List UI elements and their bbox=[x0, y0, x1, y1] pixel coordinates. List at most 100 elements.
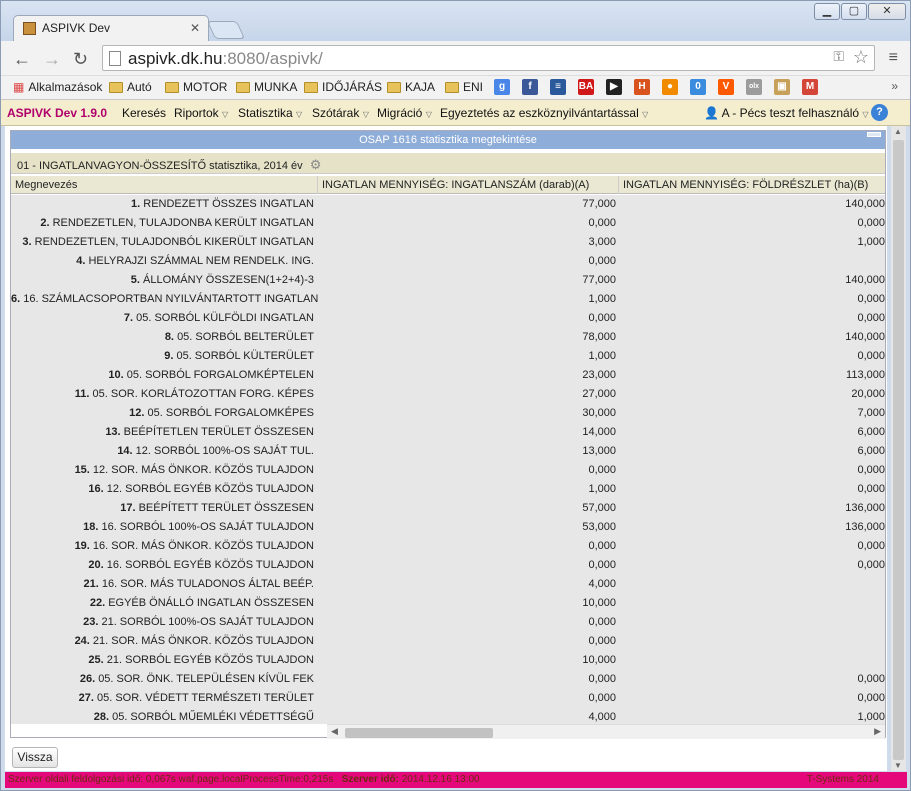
cell-ingatlanszam: 57,000 bbox=[582, 502, 616, 514]
bookmarks-bar: ▦ Alkalmazások Autó MOTOR MUNKA IDŐJÁRÁS… bbox=[1, 76, 910, 100]
table-row[interactable]: 4. HELYRAJZI SZÁMMAL NEM RENDELK. ING. 0,… bbox=[11, 252, 885, 271]
maximize-button[interactable]: ▢ bbox=[841, 3, 867, 20]
column-header-megnevezes[interactable]: Megnevezés bbox=[11, 176, 318, 194]
new-tab-button[interactable] bbox=[206, 21, 246, 39]
footer-copyright: T-Systems 2014 bbox=[806, 774, 879, 785]
menu-egyeztetes[interactable]: Egyeztetés az eszköznyilvántartással ▽ bbox=[440, 106, 648, 120]
key-icon[interactable]: ⚿ bbox=[833, 48, 844, 65]
scroll-left-icon[interactable]: ◀ bbox=[331, 726, 338, 737]
bookmark-auto[interactable]: Autó bbox=[109, 80, 152, 94]
browser-tab[interactable]: ASPIVK Dev ✕ bbox=[13, 15, 209, 41]
row-number: 12. bbox=[129, 407, 145, 419]
cell-foldreszlet bbox=[619, 651, 885, 670]
google-icon[interactable]: g bbox=[494, 79, 510, 95]
table-row[interactable]: 20. 16. SORBÓL EGYÉB KÖZÖS TULAJDON 0,000… bbox=[11, 556, 885, 575]
table-row[interactable]: 28. 05. SORBÓL MŰEMLÉKI VÉDETTSÉGŰ 4,000 1… bbox=[11, 708, 885, 724]
cell-foldreszlet: 140,000 bbox=[845, 274, 885, 286]
table-row[interactable]: 3. RENDEZETLEN, TULAJDONBÓL KIKERÜLT ING… bbox=[11, 233, 885, 252]
table-row[interactable]: 9. 05. SORBÓL KÜLTERÜLET 1,000 0,000 bbox=[11, 347, 885, 366]
cell-foldreszlet: 113,000 bbox=[846, 369, 885, 381]
table-row[interactable]: 2. RENDEZETLEN, TULAJDONBA KERÜLT INGATL… bbox=[11, 214, 885, 233]
menu-statisztika[interactable]: Statisztika ▽ bbox=[238, 106, 302, 120]
user-menu[interactable]: 👤 A - Pécs teszt felhasználó ▽ bbox=[704, 106, 869, 120]
menu-riportok[interactable]: Riportok ▽ bbox=[174, 106, 228, 120]
menu-szotarak[interactable]: Szótárak ▽ bbox=[312, 106, 369, 120]
app-brand[interactable]: ASPIVK Dev 1.9.0 bbox=[7, 106, 107, 120]
bookmark-motor[interactable]: MOTOR bbox=[165, 80, 227, 94]
scroll-right-icon[interactable]: ▶ bbox=[874, 726, 881, 737]
cell-ingatlanszam: 0,000 bbox=[588, 673, 616, 685]
table-row[interactable]: 14. 12. SORBÓL 100%-OS SAJÁT TUL. 13,000 6… bbox=[11, 442, 885, 461]
forward-arrow-icon[interactable]: → bbox=[43, 49, 61, 70]
table-row[interactable]: 17. BEÉPÍTETT TERÜLET ÖSSZESEN 57,000 136,… bbox=[11, 499, 885, 518]
back-arrow-icon[interactable]: ← bbox=[13, 49, 31, 70]
ba-icon[interactable]: BA bbox=[578, 79, 594, 95]
v-icon[interactable]: V bbox=[718, 79, 734, 95]
cell-foldreszlet bbox=[619, 594, 885, 613]
scroll-down-icon[interactable]: ▼ bbox=[894, 761, 902, 770]
vertical-scroll-thumb[interactable] bbox=[893, 140, 904, 760]
minimize-button[interactable]: ▁ bbox=[814, 3, 840, 20]
table-row[interactable]: 12. 05. SORBÓL FORGALOMKÉPES 30,000 7,000 bbox=[11, 404, 885, 423]
table-row[interactable]: 21. 16. SOR. MÁS TULADONOS ÁLTAL BEÉP. 4,… bbox=[11, 575, 885, 594]
bookmark-idojaras[interactable]: IDŐJÁRÁS bbox=[304, 80, 382, 94]
row-label: 05. SORBÓL FORGALOMKÉPES bbox=[147, 407, 314, 419]
row-label: 05. SORBÓL FORGALOMKÉPTELEN bbox=[126, 369, 314, 381]
table-row[interactable]: 19. 16. SOR. MÁS ÖNKOR. KÖZÖS TULAJDON 0,… bbox=[11, 537, 885, 556]
olx-icon[interactable]: olx bbox=[746, 79, 762, 95]
gmail-icon[interactable]: M bbox=[802, 79, 818, 95]
address-bar[interactable]: aspivk.dk.hu:8080/aspivk/ ⚿ ☆ bbox=[102, 45, 875, 71]
reload-icon[interactable]: ↻ bbox=[73, 49, 88, 70]
menu-kereses[interactable]: Keresés bbox=[122, 106, 166, 120]
table-row[interactable]: 11. 05. SOR. KORLÁTOZOTTAN FORG. KÉPES 27… bbox=[11, 385, 885, 404]
help-icon[interactable]: ? bbox=[871, 104, 888, 121]
table-row[interactable]: 8. 05. SORBÓL BELTERÜLET 78,000 140,000 bbox=[11, 328, 885, 347]
bookmark-eni[interactable]: ENI bbox=[445, 80, 483, 94]
apps-grid-icon: ▦ bbox=[13, 80, 25, 94]
table-row[interactable]: 26. 05. SOR. ÖNK. TELEPÜLÉSEN KÍVÜL FEK 0… bbox=[11, 670, 885, 689]
close-window-button[interactable]: ✕ bbox=[868, 3, 906, 20]
table-row[interactable]: 27. 05. SOR. VÉDETT TERMÉSZETI TERÜLET 0,… bbox=[11, 689, 885, 708]
cell-foldreszlet: 136,000 bbox=[845, 502, 885, 514]
collapse-panel-button[interactable] bbox=[867, 132, 881, 137]
table-row[interactable]: 5. ÁLLOMÁNY ÖSSZESEN(1+2+4)-3 77,000 140,0… bbox=[11, 271, 885, 290]
table-row[interactable]: 7. 05. SORBÓL KÜLFÖLDI INGATLAN 0,000 0,00… bbox=[11, 309, 885, 328]
back-button[interactable]: Vissza bbox=[12, 747, 58, 768]
h-icon[interactable]: H bbox=[634, 79, 650, 95]
zero-icon[interactable]: 0 bbox=[690, 79, 706, 95]
bookmark-apps[interactable]: ▦ Alkalmazások bbox=[13, 80, 102, 94]
play-icon[interactable]: ▶ bbox=[606, 79, 622, 95]
cell-ingatlanszam: 0,000 bbox=[588, 255, 616, 267]
table-row[interactable]: 6. 16. SZÁMLACSOPORTBAN NYILVÁNTARTOTT I… bbox=[11, 290, 885, 309]
vertical-scrollbar[interactable]: ▲ ▼ bbox=[891, 126, 906, 771]
column-header-foldreszlet[interactable]: INGATLAN MENNYISÉG: FÖLDRÉSZLET (ha)(B) bbox=[619, 176, 885, 194]
horizontal-scrollbar[interactable]: ◀ ▶ bbox=[327, 724, 885, 739]
table-row[interactable]: 23. 21. SORBÓL 100%-OS SAJÁT TULAJDON 0,0… bbox=[11, 613, 885, 632]
browser-menu-icon[interactable]: ≡ bbox=[889, 49, 898, 67]
bookmark-munka[interactable]: MUNKA bbox=[236, 80, 297, 94]
more-bookmarks-icon[interactable]: » bbox=[891, 79, 898, 93]
table-row[interactable]: 22. EGYÉB ÖNÁLLÓ INGATLAN ÖSSZESEN 10,000 bbox=[11, 594, 885, 613]
table-row[interactable]: 10. 05. SORBÓL FORGALOMKÉPTELEN 23,000 113… bbox=[11, 366, 885, 385]
table-row[interactable]: 13. BEÉPÍTETLEN TERÜLET ÖSSZESEN 14,000 6,… bbox=[11, 423, 885, 442]
table-row[interactable]: 24. 21. SOR. MÁS ÖNKOR. KÖZÖS TULAJDON 0,… bbox=[11, 632, 885, 651]
bookmark-kaja[interactable]: KAJA bbox=[387, 80, 435, 94]
chevron-down-icon: ▽ bbox=[862, 110, 869, 119]
bookmark-icon-3[interactable]: ≡ bbox=[550, 79, 566, 95]
menu-migracio[interactable]: Migráció ▽ bbox=[377, 106, 432, 120]
scroll-up-icon[interactable]: ▲ bbox=[894, 127, 902, 136]
close-tab-icon[interactable]: ✕ bbox=[190, 21, 200, 35]
table-row[interactable]: 18. 16. SORBÓL 100%-OS SAJÁT TULAJDON 53,… bbox=[11, 518, 885, 537]
horizontal-scroll-thumb[interactable] bbox=[345, 728, 493, 738]
table-row[interactable]: 1. RENDEZETT ÖSSZES INGATLAN 77,000 140,00… bbox=[11, 195, 885, 214]
box-icon[interactable]: ▣ bbox=[774, 79, 790, 95]
bookmark-star-icon[interactable]: ☆ bbox=[853, 47, 869, 68]
table-row[interactable]: 16. 12. SORBÓL EGYÉB KÖZÖS TULAJDON 1,000… bbox=[11, 480, 885, 499]
circle-icon[interactable]: ● bbox=[662, 79, 678, 95]
gear-icon[interactable]: ⚙ bbox=[310, 157, 322, 173]
table-row[interactable]: 15. 12. SOR. MÁS ÖNKOR. KÖZÖS TULAJDON 0,… bbox=[11, 461, 885, 480]
facebook-icon[interactable]: f bbox=[522, 79, 538, 95]
column-header-ingatlanszam[interactable]: INGATLAN MENNYISÉG: INGATLANSZÁM (darab)… bbox=[318, 176, 619, 194]
table-row[interactable]: 25. 21. SORBÓL EGYÉB KÖZÖS TULAJDON 10,00… bbox=[11, 651, 885, 670]
cell-foldreszlet: 0,000 bbox=[857, 464, 885, 476]
